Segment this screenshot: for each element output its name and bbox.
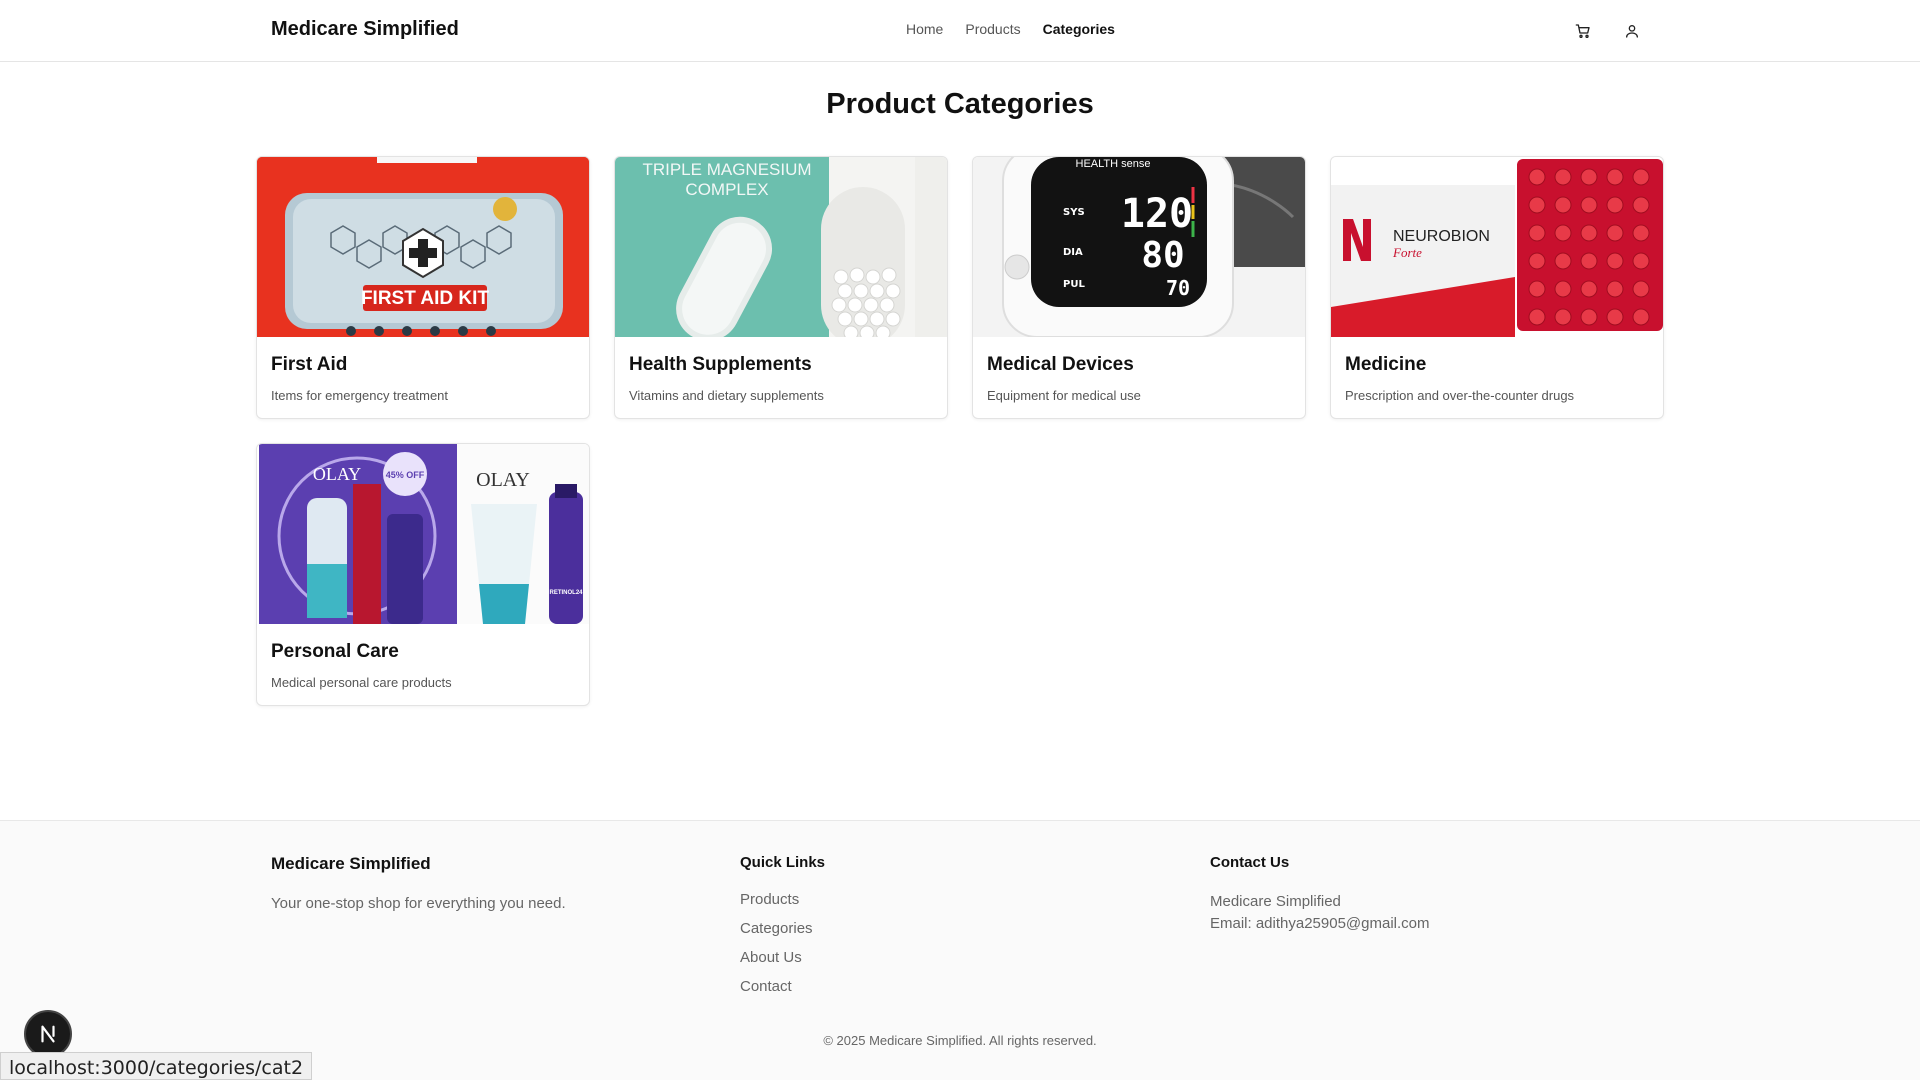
copyright: © 2025 Medicare Simplified. All rights r… [823, 1033, 1097, 1048]
svg-text:DIA: DIA [1063, 247, 1083, 258]
care-brand-right: OLAY [476, 469, 530, 491]
personal-care-image: OLAY 45% OFF OLAY RETINOL24 [257, 444, 589, 624]
monitor-pul: 70 [1166, 276, 1190, 300]
brand-logo[interactable]: Medicare Simplified [271, 18, 459, 41]
category-description: Equipment for medical use [987, 388, 1141, 403]
contact-name: Medicare Simplified [1210, 893, 1341, 910]
category-title: Medicine [1345, 354, 1427, 375]
site-footer: Medicare Simplified Your one-stop shop f… [0, 820, 1920, 1080]
nav-products[interactable]: Products [965, 21, 1020, 37]
contact-heading: Contact Us [1210, 854, 1290, 871]
svg-text:SYS: SYS [1063, 207, 1085, 218]
category-card-personal-care[interactable]: OLAY 45% OFF OLAY RETINOL24 Personal Car… [256, 443, 590, 706]
footer-link-products[interactable]: Products [740, 891, 813, 908]
supplement-label-2: COMPLEX [685, 180, 768, 199]
category-title: Medical Devices [987, 354, 1134, 375]
care-product: RETINOL24 [549, 590, 583, 596]
first-aid-label: FIRST AID KIT [361, 288, 489, 309]
footer-brand: Medicare Simplified [271, 854, 431, 873]
category-card-medicine[interactable]: NEUROBION Forte Medicine Prescription an… [1330, 156, 1664, 419]
footer-link-contact[interactable]: Contact [740, 978, 813, 995]
user-icon[interactable] [1621, 20, 1643, 42]
main-nav: Home Products Categories [906, 21, 1115, 37]
svg-text:PUL: PUL [1063, 279, 1085, 290]
category-card-medical-devices[interactable]: HEALTH sense SYS DIA PUL 120 80 70 Medic… [972, 156, 1306, 419]
monitor-brand: HEALTH sense [1076, 158, 1151, 170]
category-card-first-aid[interactable]: FIRST AID KIT First Aid Items for emerge… [256, 156, 590, 419]
nextjs-dev-icon[interactable] [24, 1010, 72, 1058]
medical-devices-image: HEALTH sense SYS DIA PUL 120 80 70 [973, 157, 1305, 337]
category-description: Vitamins and dietary supplements [629, 388, 824, 403]
category-title: Health Supplements [629, 354, 812, 375]
status-bar-url: localhost:3000/categories/cat2 [0, 1052, 313, 1080]
category-title: First Aid [271, 354, 348, 375]
medicine-sub: Forte [1392, 245, 1422, 260]
page-title: Product Categories [826, 88, 1094, 120]
nav-categories[interactable]: Categories [1043, 21, 1115, 37]
footer-tagline: Your one-stop shop for everything you ne… [271, 895, 566, 912]
quick-links-list: Products Categories About Us Contact [740, 891, 813, 995]
medicine-brand: NEUROBION [1393, 228, 1490, 245]
quick-links-heading: Quick Links [740, 854, 826, 871]
category-title: Personal Care [271, 641, 399, 662]
first-aid-image: FIRST AID KIT [257, 157, 589, 337]
category-description: Medical personal care products [271, 675, 452, 690]
site-header: Medicare Simplified Home Products Catego… [0, 0, 1920, 62]
category-description: Items for emergency treatment [271, 388, 449, 403]
supplement-label-1: TRIPLE MAGNESIUM [642, 160, 811, 179]
monitor-dia: 80 [1141, 235, 1184, 276]
care-brand-left: OLAY [313, 464, 361, 484]
category-description: Prescription and over-the-counter drugs [1345, 388, 1575, 403]
monitor-sys: 120 [1121, 191, 1193, 237]
cart-icon[interactable] [1572, 20, 1594, 42]
contact-info: Medicare Simplified Email: adithya25905@… [1210, 891, 1430, 935]
care-offer: 45% OFF [386, 470, 425, 480]
footer-link-about-us[interactable]: About Us [740, 949, 813, 966]
supplements-image: TRIPLE MAGNESIUM COMPLEX [615, 157, 947, 337]
category-card-health-supplements[interactable]: TRIPLE MAGNESIUM COMPLEX Health Suppleme… [614, 156, 948, 419]
contact-email: Email: adithya25905@gmail.com [1210, 915, 1430, 932]
nav-home[interactable]: Home [906, 21, 943, 37]
medicine-image: NEUROBION Forte [1331, 157, 1663, 337]
footer-link-categories[interactable]: Categories [740, 920, 813, 937]
